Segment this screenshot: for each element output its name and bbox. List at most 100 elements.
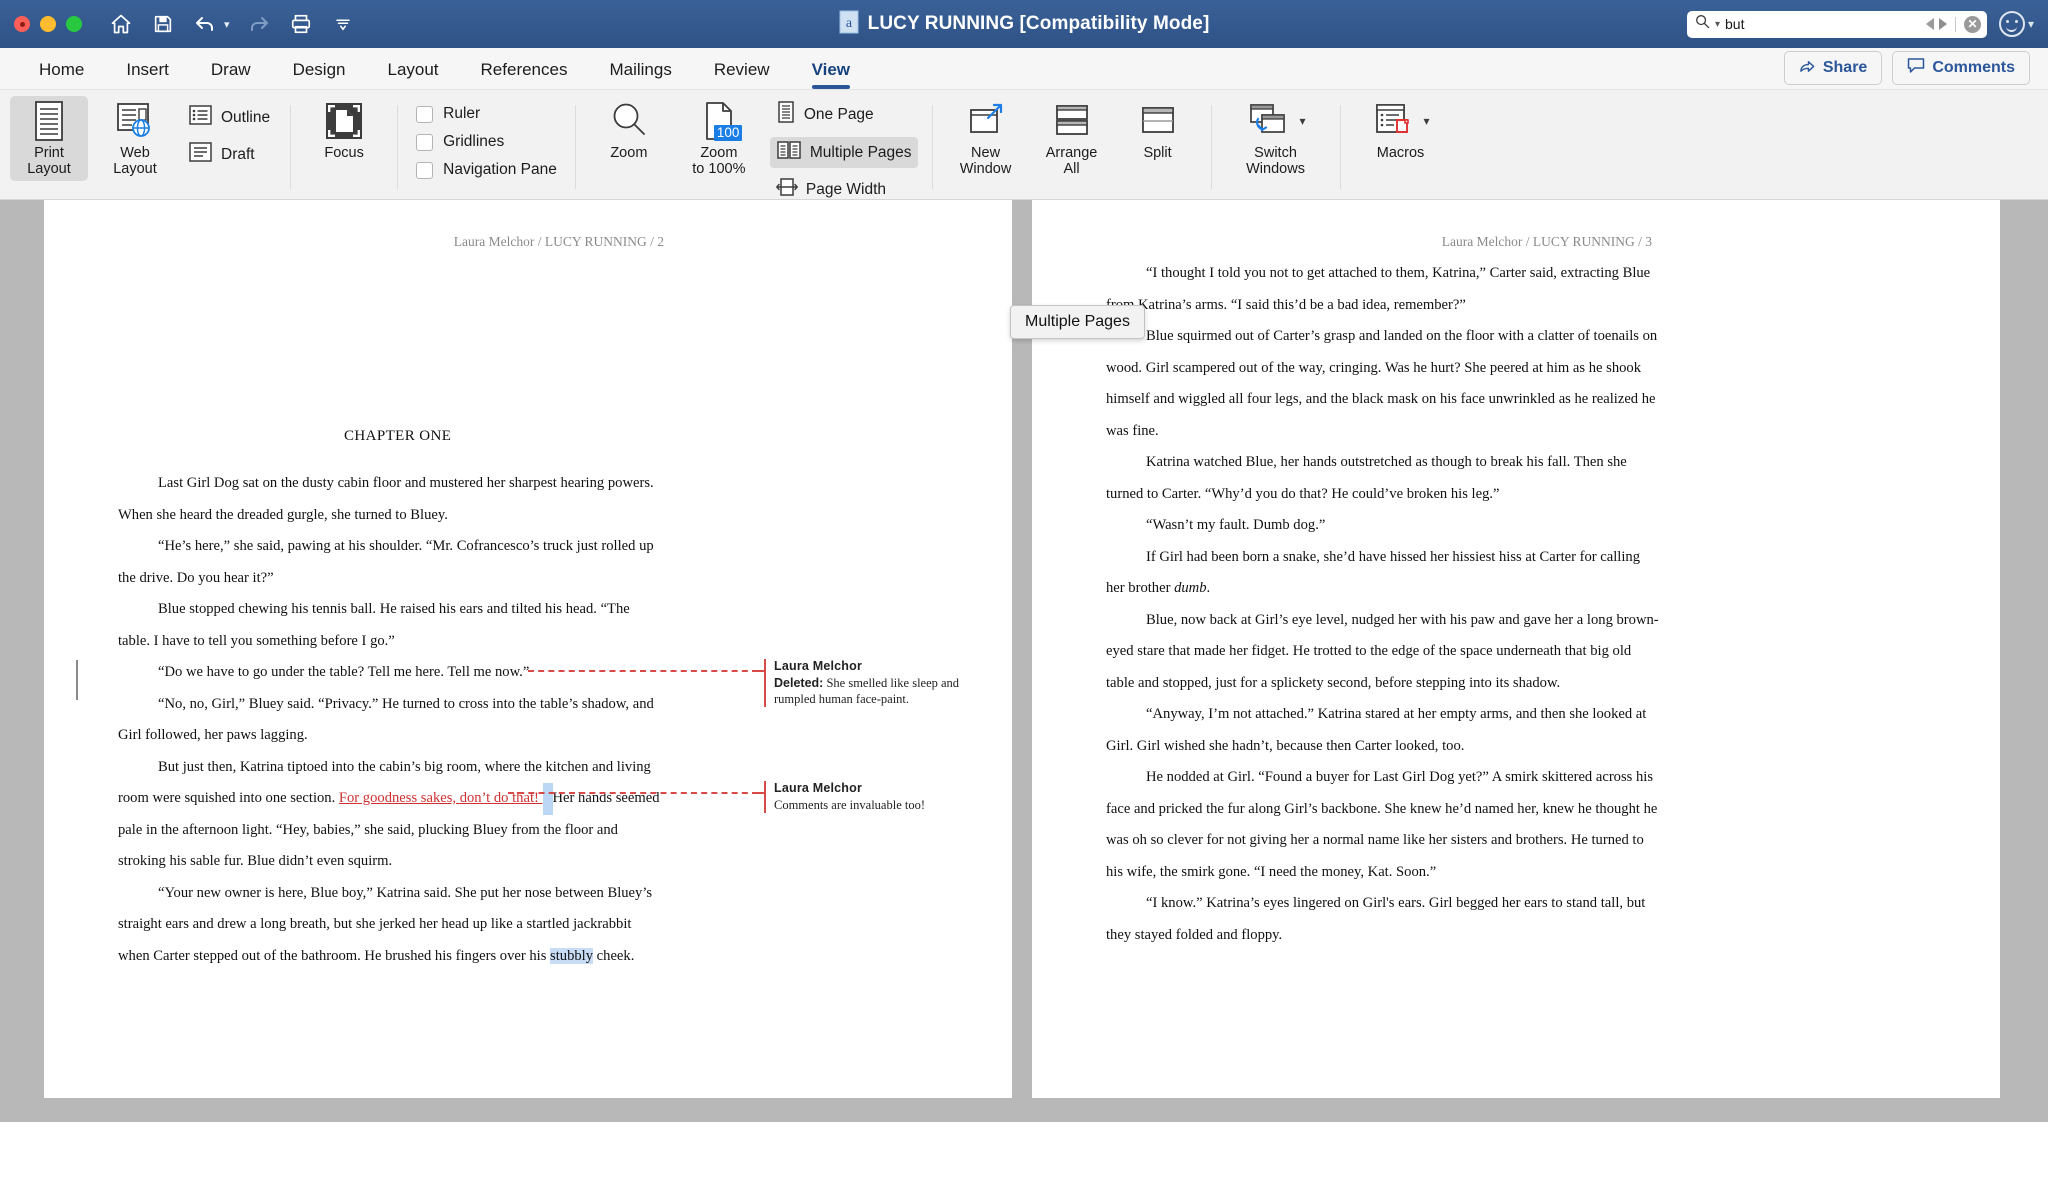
switch-windows-chevron-icon[interactable]: ▾ bbox=[1300, 114, 1306, 128]
multiple-pages-button[interactable]: Multiple Pages bbox=[770, 137, 918, 168]
page-title: LUCY RUNNING [Compatibility Mode] bbox=[868, 13, 1210, 35]
ruler-checkbox-row[interactable]: Ruler bbox=[412, 103, 484, 125]
divider bbox=[1955, 17, 1956, 32]
comments-label: Comments bbox=[1932, 59, 2015, 77]
gridlines-checkbox[interactable] bbox=[416, 134, 433, 151]
page-2-header: Laura Melchor / LUCY RUNNING / 2 bbox=[454, 234, 664, 250]
search-input[interactable]: ▾ but ✕ bbox=[1687, 11, 1987, 38]
navigation-pane-checkbox[interactable] bbox=[416, 162, 433, 179]
outline-label: Outline bbox=[221, 109, 270, 127]
smiley-account-icon[interactable] bbox=[1999, 11, 2025, 37]
share-label: Share bbox=[1823, 59, 1867, 77]
page-2-body[interactable]: Last Girl Dog sat on the dusty cabin flo… bbox=[118, 468, 663, 972]
revision-balloon-comment[interactable]: Laura Melchor Comments are invaluable to… bbox=[764, 781, 1000, 813]
customize-quick-access-chevron-icon[interactable] bbox=[330, 11, 356, 37]
tab-home[interactable]: Home bbox=[18, 60, 105, 89]
maximize-window-button[interactable] bbox=[66, 16, 82, 32]
markup-pane-right[interactable] bbox=[1736, 200, 2000, 1098]
new-window-icon bbox=[964, 100, 1008, 142]
search-previous-icon[interactable] bbox=[1926, 18, 1934, 30]
ribbon-group-focus: Focus bbox=[295, 94, 393, 199]
page-width-icon bbox=[776, 176, 798, 203]
document-page-2[interactable]: Laura Melchor / LUCY RUNNING / 2 CHAPTER… bbox=[44, 200, 748, 1098]
undo-icon[interactable] bbox=[192, 11, 218, 37]
web-layout-icon bbox=[113, 100, 157, 142]
outline-view-button[interactable]: Outline bbox=[182, 102, 276, 133]
focus-icon bbox=[323, 100, 365, 142]
web-layout-button[interactable]: WebLayout bbox=[96, 96, 174, 181]
paragraph-with-italic: If Girl had been born a snake, she’d hav… bbox=[1106, 542, 1661, 605]
ribbon-group-zoom: Zoom 100 Zoomto 100% One Page Multiple P… bbox=[580, 94, 928, 199]
search-icon bbox=[1695, 14, 1710, 34]
clear-search-icon[interactable]: ✕ bbox=[1964, 16, 1981, 33]
tab-insert[interactable]: Insert bbox=[105, 60, 190, 89]
italic-word: dumb bbox=[1174, 580, 1206, 596]
arrange-all-button[interactable]: ArrangeAll bbox=[1033, 96, 1111, 181]
focus-button[interactable]: Focus bbox=[305, 96, 383, 165]
macros-chevron-icon[interactable]: ▾ bbox=[1424, 114, 1430, 128]
ruler-label: Ruler bbox=[443, 105, 480, 123]
multiple-pages-icon bbox=[776, 139, 802, 166]
zoom-to-100-button[interactable]: 100 Zoomto 100% bbox=[676, 96, 762, 181]
navigation-pane-checkbox-row[interactable]: Navigation Pane bbox=[412, 159, 561, 181]
zoom-button[interactable]: Zoom bbox=[590, 96, 668, 165]
paragraph: “I know.” Katrina’s eyes lingered on Gir… bbox=[1106, 888, 1661, 951]
tab-layout[interactable]: Layout bbox=[366, 60, 459, 89]
ribbon-group-show: Ruler Gridlines Navigation Pane bbox=[402, 94, 571, 199]
search-value: but bbox=[1725, 16, 1921, 32]
account-menu[interactable]: ▾ bbox=[1999, 11, 2034, 37]
paragraph: “Do we have to go under the table? Tell … bbox=[118, 657, 663, 689]
tab-mailings[interactable]: Mailings bbox=[588, 60, 692, 89]
one-page-button[interactable]: One Page bbox=[770, 98, 918, 131]
close-window-button[interactable] bbox=[14, 16, 30, 32]
new-window-button[interactable]: NewWindow bbox=[947, 96, 1025, 181]
macros-button[interactable]: ▾ Macros bbox=[1355, 96, 1447, 165]
chevron-down-icon[interactable]: ▾ bbox=[2028, 17, 2034, 31]
page-3-header: Laura Melchor / LUCY RUNNING / 3 bbox=[1442, 234, 1652, 250]
tab-references[interactable]: References bbox=[460, 60, 589, 89]
search-next-icon[interactable] bbox=[1939, 18, 1947, 30]
undo-dropdown-chevron-icon[interactable]: ▾ bbox=[224, 18, 230, 31]
ruler-checkbox[interactable] bbox=[416, 106, 433, 123]
ribbon-tab-bar: Home Insert Draw Design Layout Reference… bbox=[0, 48, 2048, 90]
comments-button[interactable]: Comments bbox=[1892, 51, 2030, 85]
tab-review[interactable]: Review bbox=[693, 60, 791, 89]
minimize-window-button[interactable] bbox=[40, 16, 56, 32]
ribbon-view-tab: PrintLayout WebLayout Outline Draft bbox=[0, 90, 2048, 200]
comment-bubble-icon bbox=[1907, 57, 1925, 79]
tab-view[interactable]: View bbox=[791, 60, 871, 89]
share-button[interactable]: Share bbox=[1784, 51, 1882, 85]
balloon-author: Laura Melchor bbox=[774, 781, 1000, 797]
web-layout-label: WebLayout bbox=[113, 145, 157, 177]
paragraph-with-tracked-insertion: But just then, Katrina tiptoed into the … bbox=[118, 752, 663, 878]
print-icon[interactable] bbox=[288, 11, 314, 37]
divider bbox=[1211, 105, 1212, 189]
paragraph: Last Girl Dog sat on the dusty cabin flo… bbox=[118, 468, 663, 531]
ribbon-group-macros: ▾ Macros bbox=[1345, 94, 1457, 199]
paragraph: Katrina watched Blue, her hands outstret… bbox=[1106, 447, 1661, 510]
paragraph: Blue, now back at Girl’s eye level, nudg… bbox=[1106, 605, 1661, 700]
search-options-chevron-icon[interactable]: ▾ bbox=[1715, 19, 1720, 30]
draft-view-button[interactable]: Draft bbox=[182, 139, 276, 170]
text-after-italic: . bbox=[1207, 580, 1211, 596]
print-layout-button[interactable]: PrintLayout bbox=[10, 96, 88, 181]
tab-design[interactable]: Design bbox=[272, 60, 367, 89]
split-icon bbox=[1137, 100, 1179, 142]
window-controls[interactable] bbox=[14, 16, 82, 32]
markup-pane-left[interactable]: Laura Melchor Deleted: She smelled like … bbox=[748, 200, 1012, 1098]
split-button[interactable]: Split bbox=[1119, 96, 1197, 165]
zoom-100-icon: 100 bbox=[701, 100, 737, 142]
revision-balloon-deleted[interactable]: Laura Melchor Deleted: She smelled like … bbox=[764, 659, 1000, 707]
tab-draw[interactable]: Draw bbox=[190, 60, 272, 89]
gridlines-checkbox-row[interactable]: Gridlines bbox=[412, 131, 508, 153]
search-navigation[interactable]: ✕ bbox=[1926, 16, 1981, 33]
text-after-comment: cheek. bbox=[593, 948, 634, 964]
divider bbox=[290, 105, 291, 189]
switch-windows-label: SwitchWindows bbox=[1246, 145, 1305, 177]
home-icon[interactable] bbox=[108, 11, 134, 37]
arrange-all-label: ArrangeAll bbox=[1046, 145, 1098, 177]
switch-windows-button[interactable]: ▾ SwitchWindows bbox=[1226, 96, 1326, 181]
page-3-body[interactable]: “I thought I told you not to get attache… bbox=[1106, 258, 1661, 951]
save-icon[interactable] bbox=[150, 11, 176, 37]
commented-word[interactable]: stubbly bbox=[550, 948, 593, 964]
